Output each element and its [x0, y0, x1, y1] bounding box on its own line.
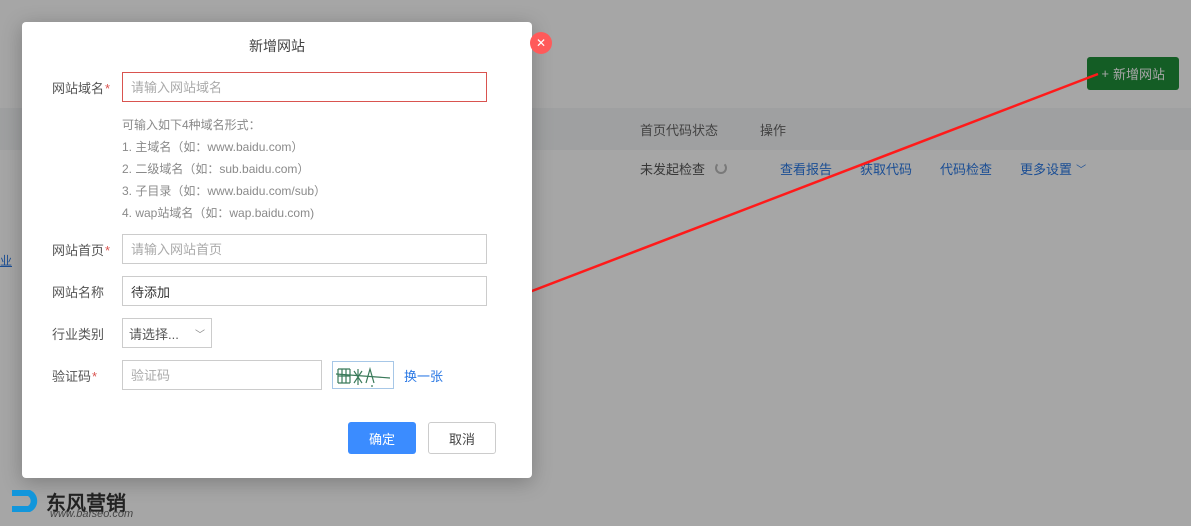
captcha-input[interactable]	[122, 360, 322, 390]
industry-selected: 请选择...	[129, 324, 179, 343]
logo-icon	[8, 484, 42, 518]
domain-label: 网站域名	[52, 72, 122, 102]
captcha-image[interactable]	[332, 361, 394, 389]
confirm-button[interactable]: 确定	[348, 422, 416, 454]
captcha-refresh-link[interactable]: 换一张	[404, 366, 443, 385]
industry-label: 行业类别	[52, 318, 122, 348]
logo-url: www.bafseo.com	[50, 508, 133, 520]
hint-intro: 可输入如下4种域名形式：	[122, 114, 532, 136]
hint-2: 2. 二级域名（如：sub.baidu.com）	[122, 158, 532, 180]
close-icon[interactable]: ✕	[530, 32, 552, 54]
chevron-down-icon: ﹀	[195, 326, 205, 341]
home-input[interactable]	[122, 234, 487, 264]
hint-3: 3. 子目录（如：www.baidu.com/sub）	[122, 180, 532, 202]
add-site-modal: 新增网站 ✕ 网站域名 可输入如下4种域名形式： 1. 主域名（如：www.ba…	[22, 22, 532, 478]
home-label: 网站首页	[52, 234, 122, 264]
domain-input[interactable]	[122, 72, 487, 102]
name-label: 网站名称	[52, 276, 122, 306]
modal-title: 新增网站	[249, 38, 305, 54]
watermark-logo: 东风营销 www.bafseo.com	[8, 484, 126, 518]
captcha-label: 验证码	[52, 360, 122, 390]
domain-hints: 可输入如下4种域名形式： 1. 主域名（如：www.baidu.com） 2. …	[122, 114, 532, 224]
name-input[interactable]	[122, 276, 487, 306]
hint-4: 4. wap站域名（如：wap.baidu.com)	[122, 202, 532, 224]
cancel-button[interactable]: 取消	[428, 422, 496, 454]
industry-select[interactable]: 请选择... ﹀	[122, 318, 212, 348]
hint-1: 1. 主域名（如：www.baidu.com）	[122, 136, 532, 158]
modal-title-bar: 新增网站 ✕	[22, 22, 532, 66]
